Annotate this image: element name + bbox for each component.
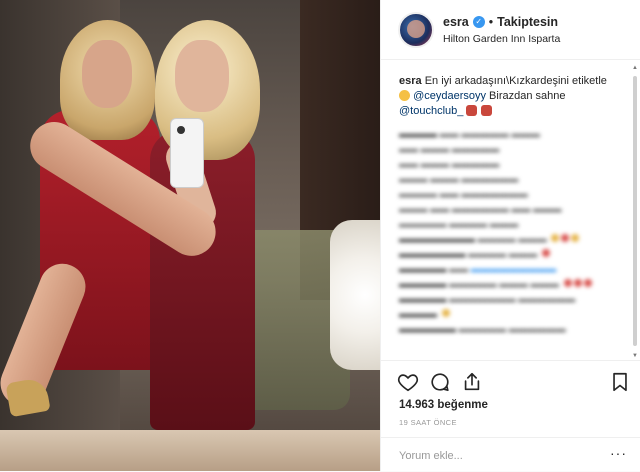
photo-person-left-face xyxy=(82,40,132,108)
post-actions: 14.963 beğenme 19 SAAT ÖNCE ··· xyxy=(381,360,640,471)
comment-box: ··· xyxy=(381,437,640,472)
caption-mention-2[interactable]: @touchclub_ xyxy=(399,105,463,117)
heart-icon[interactable] xyxy=(397,371,419,393)
caption-mention-1[interactable]: @ceydaersoyy xyxy=(413,90,486,102)
photo-bg-light xyxy=(330,220,380,370)
follow-separator: • xyxy=(488,15,494,29)
caption-username[interactable]: esra xyxy=(399,75,422,87)
comment-icon[interactable] xyxy=(429,371,451,393)
smile-emoji-icon xyxy=(399,90,410,101)
photo-phone xyxy=(170,118,204,188)
instagram-post-window: esra ✓ • Takiptesin Hilton Garden Inn Is… xyxy=(0,0,640,471)
blurred-comment: ▬▬▬▬▬▬ ▬▬▬▬▬ ▬▬▬▬▬▬ xyxy=(399,324,566,335)
blurred-comment: ▬▬▬▬ ▬▬ ▬▬▬▬▬ ▬▬▬ xyxy=(399,129,540,140)
bookmark-icon[interactable] xyxy=(609,371,631,393)
like-count[interactable]: 14.963 beğenme xyxy=(399,399,488,411)
location-link[interactable]: Hilton Garden Inn Isparta xyxy=(443,33,560,45)
scroll-up-arrow-icon[interactable]: ▲ xyxy=(632,64,638,72)
blurred-comment: ▬▬ ▬▬▬ ▬▬▬▬▬ xyxy=(399,159,500,170)
blurred-comment: ▬▬▬ ▬▬▬ ▬▬▬▬▬▬ xyxy=(399,174,519,185)
blurred-comment: ▬▬▬▬ xyxy=(399,309,615,321)
post-header: esra ✓ • Takiptesin Hilton Garden Inn Is… xyxy=(381,0,640,60)
blurred-comment: ▬▬▬▬▬ ▬▬ ▬▬▬▬▬▬▬▬▬ xyxy=(399,264,557,275)
dancer-emoji-icon xyxy=(466,105,478,116)
post-timestamp[interactable]: 19 SAAT ÖNCE xyxy=(399,418,457,427)
post-photo[interactable] xyxy=(0,0,380,471)
share-icon[interactable] xyxy=(461,371,483,393)
blurred-comment: ▬▬ ▬▬▬ ▬▬▬▬▬ xyxy=(399,144,500,155)
comment-input[interactable] xyxy=(399,447,599,465)
scroll-thumb[interactable] xyxy=(633,76,637,346)
avatar[interactable] xyxy=(398,12,434,48)
comments-scrollbar[interactable]: ▲ ▼ xyxy=(632,64,638,360)
blurred-comment: ▬▬▬▬▬ ▬▬▬▬▬ ▬▬▬ ▬▬▬ xyxy=(399,279,615,291)
username-link[interactable]: esra xyxy=(443,15,469,29)
photo-bg-counter xyxy=(0,430,380,471)
blurred-comment: ▬▬▬ ▬▬ ▬▬▬▬▬▬ ▬▬ ▬▬▬ xyxy=(399,204,562,215)
blurred-comment: ▬▬▬▬▬ ▬▬▬▬▬▬▬ ▬▬▬▬▬▬ xyxy=(399,294,576,305)
scroll-down-arrow-icon[interactable]: ▼ xyxy=(632,352,638,360)
blurred-comment: ▬▬▬▬▬▬▬▬ ▬▬▬▬ ▬▬▬ xyxy=(399,234,615,246)
more-options-icon[interactable]: ··· xyxy=(610,445,627,461)
blurred-comment: ▬▬▬▬▬ ▬▬▬▬ ▬▬▬ xyxy=(399,219,519,230)
comments-area[interactable]: esra En iyi arkadaşını\Kızkardeşini etik… xyxy=(381,60,633,360)
photo-person-right-face xyxy=(175,40,229,112)
blurred-comment: ▬▬▬▬ ▬▬ ▬▬▬▬▬▬▬ xyxy=(399,189,528,200)
post-caption: esra En iyi arkadaşını\Kızkardeşini etik… xyxy=(399,74,615,119)
follow-status-button[interactable]: Takiptesin xyxy=(497,15,558,29)
blurred-comments: ▬▬▬▬ ▬▬ ▬▬▬▬▬ ▬▬▬ ▬▬ ▬▬▬ ▬▬▬▬▬ ▬▬ ▬▬▬ ▬▬… xyxy=(399,129,615,336)
blurred-comment: ▬▬▬▬▬▬▬ ▬▬▬▬ ▬▬▬ xyxy=(399,249,615,261)
post-user-line: esra ✓ • Takiptesin xyxy=(443,15,558,29)
verified-badge-icon: ✓ xyxy=(472,16,485,28)
caption-text: En iyi arkadaşını\Kızkardeşini etiketle xyxy=(424,75,607,87)
dancer-emoji-icon xyxy=(480,105,492,116)
post-side-panel: esra ✓ • Takiptesin Hilton Garden Inn Is… xyxy=(380,0,640,471)
caption-text-2: Birazdan sahne xyxy=(489,90,566,102)
